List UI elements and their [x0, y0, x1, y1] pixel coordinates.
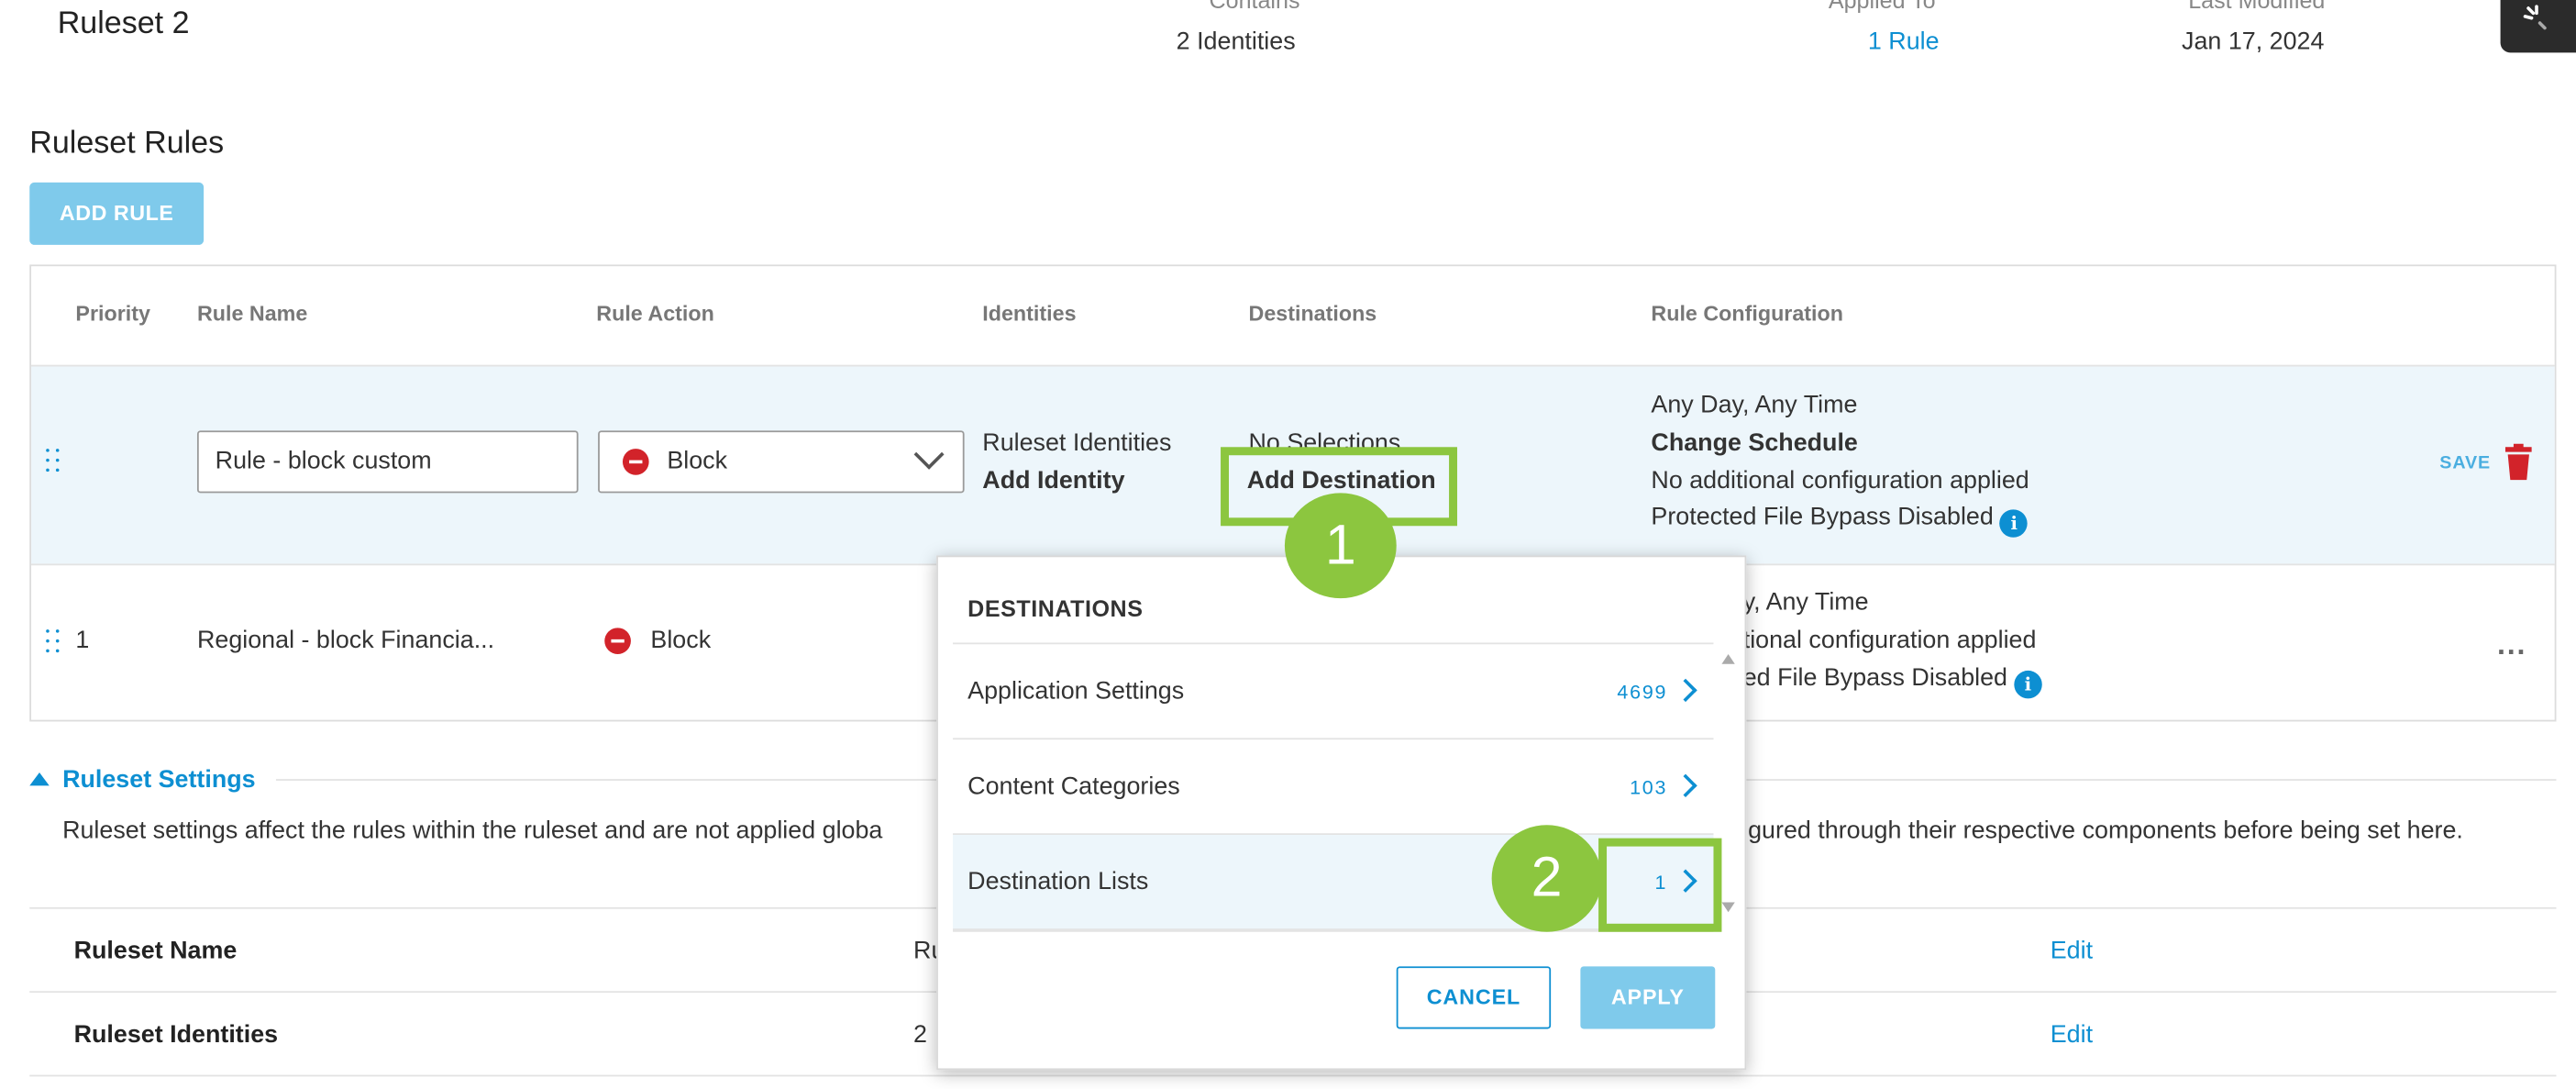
row1-rule-name-text: Regional - block Financia... [196, 626, 495, 654]
settings-divider [29, 1074, 2557, 1077]
config-bypass-text: Protected File Bypass Disabled [1651, 503, 1994, 531]
header-rule-action: Rule Action [596, 300, 714, 326]
popup-title: DESTINATIONS [967, 595, 1144, 622]
drag-handle-icon[interactable] [46, 449, 62, 472]
spinner-icon[interactable] [2500, 0, 2576, 53]
option-label: Application Settings [967, 677, 1185, 706]
row1-config-additional: tional configuration applied [1742, 626, 2037, 654]
minus-circle-icon [604, 628, 631, 654]
rule-name-value: Rule - block custom [215, 447, 432, 475]
edit-link[interactable]: Edit [2051, 937, 2093, 964]
config-additional: No additional configuration applied [1651, 466, 2029, 495]
modified-label: Last Modified [2188, 0, 2326, 14]
settings-label: Ruleset Identities [73, 1020, 279, 1049]
collapse-triangle-icon[interactable] [29, 772, 50, 786]
row1-action: Block [650, 626, 712, 654]
ruleset-title: Ruleset 2 [57, 6, 190, 41]
trash-icon[interactable] [2504, 442, 2533, 482]
more-options-icon[interactable]: ... [2497, 628, 2526, 662]
cancel-button[interactable]: CANCEL [1396, 966, 1552, 1029]
option-count: 4699 [1617, 680, 1668, 704]
rule-action-select[interactable]: Block [598, 430, 965, 494]
row1-config-schedule: y, Any Time [1742, 588, 1869, 617]
settings-description-left: Ruleset settings affect the rules within… [62, 817, 883, 845]
row1-config-bypass-text: ed File Bypass Disabled [1742, 663, 2008, 693]
edit-link[interactable]: Edit [2051, 1020, 2093, 1048]
page: Ruleset 2 Contains 2 Identities Applied … [0, 0, 2576, 1088]
contains-value: 2 Identities [1176, 28, 1296, 56]
ruleset-settings-heading[interactable]: Ruleset Settings [62, 766, 256, 794]
settings-description-right: gured through their respective component… [1748, 817, 2463, 845]
config-bypass: Protected File Bypass Disabled i [1651, 503, 2029, 538]
applied-value-link[interactable]: 1 Rule [1868, 28, 1940, 55]
identities-text: Ruleset Identities [982, 428, 1172, 458]
header-rule-name: Rule Name [196, 300, 308, 326]
config-schedule: Any Day, Any Time [1651, 391, 1858, 419]
apply-button[interactable]: APPLY [1580, 966, 1716, 1029]
add-rule-button[interactable]: ADD RULE [29, 182, 205, 245]
option-label: Destination Lists [967, 867, 1149, 896]
contains-label: Contains [1209, 0, 1300, 14]
callout-1: 1 [1284, 493, 1397, 599]
destination-option-application-settings[interactable]: Application Settings 4699 [953, 644, 1714, 740]
chevron-right-icon [1674, 773, 1697, 797]
add-identity-link[interactable]: Add Identity [982, 467, 1124, 494]
save-button[interactable]: SAVE [2439, 453, 2491, 472]
rule-name-input[interactable]: Rule - block custom [196, 430, 579, 494]
header-destinations: Destinations [1248, 300, 1377, 326]
destinations-popup: DESTINATIONS Application Settings 4699 C… [936, 555, 1747, 1071]
header-priority: Priority [75, 300, 150, 326]
settings-label: Ruleset Name [73, 937, 238, 965]
ruleset-rules-heading: Ruleset Rules [29, 126, 225, 161]
info-icon[interactable]: i [1999, 509, 2029, 538]
info-icon[interactable]: i [2014, 670, 2042, 699]
modified-value: Jan 17, 2024 [2182, 28, 2325, 56]
row1-config-bypass: ed File Bypass Disabled i [1743, 664, 2042, 699]
option-count: 103 [1630, 775, 1668, 799]
settings-value: 2 [913, 1020, 927, 1049]
chevron-right-icon [1674, 678, 1697, 703]
applied-label: Applied To [1828, 0, 1936, 14]
destination-option-content-categories[interactable]: Content Categories 103 [953, 739, 1714, 836]
row1-priority: 1 [75, 626, 90, 654]
highlight-box-destination-lists [1598, 838, 1722, 932]
change-schedule-link[interactable]: Change Schedule [1651, 429, 1857, 457]
drag-handle-icon[interactable] [46, 629, 62, 653]
minus-circle-icon [622, 449, 649, 475]
header-rule-configuration: Rule Configuration [1651, 300, 1844, 326]
rule-action-value: Block [667, 447, 728, 475]
header-identities: Identities [982, 300, 1077, 326]
row1-rule-name[interactable]: Regional - block Financia... [197, 627, 494, 654]
scroll-up-icon[interactable] [1721, 653, 1735, 664]
scroll-down-icon[interactable] [1721, 902, 1735, 913]
chevron-down-icon [913, 439, 945, 470]
callout-2: 2 [1491, 825, 1602, 932]
option-label: Content Categories [967, 772, 1180, 801]
